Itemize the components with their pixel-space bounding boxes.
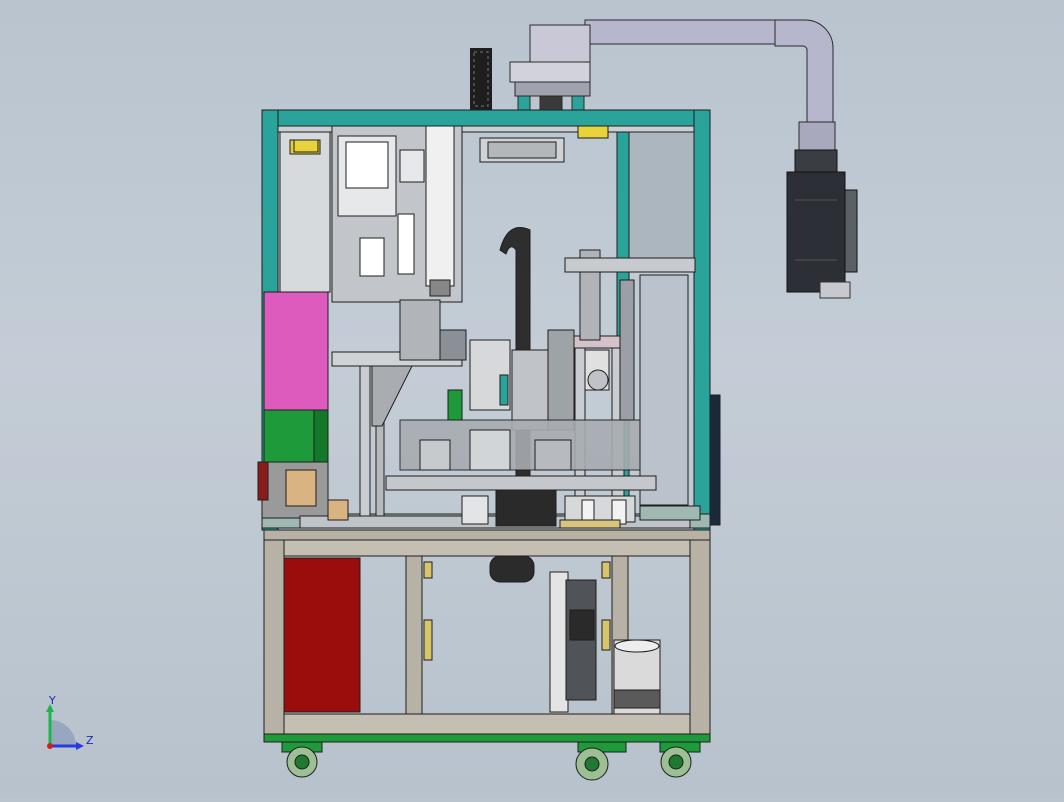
coordinate-triad-icon: Y Z [46, 696, 94, 750]
y-axis-label: Y [48, 696, 56, 707]
cable-chain-top [470, 48, 492, 110]
x-axis-dot [47, 743, 53, 749]
caster-wheel-icon [281, 741, 701, 781]
servo-motor-icon [786, 149, 858, 299]
z-axis-label: Z [86, 734, 94, 747]
control-panel [331, 125, 463, 303]
lower-frame [263, 529, 711, 743]
machine-assembly-drawing[interactable] [0, 0, 1064, 798]
cad-viewport[interactable]: Y Z [0, 0, 1064, 798]
